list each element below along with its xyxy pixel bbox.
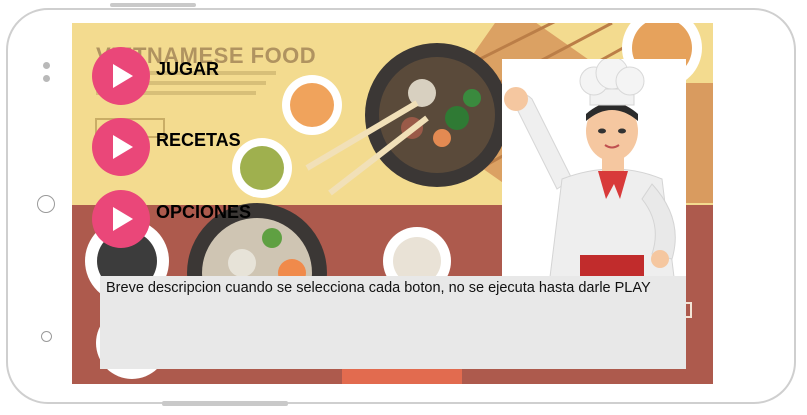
camera-dot [43, 75, 50, 82]
power-button [162, 401, 288, 406]
jugar-button[interactable]: JUGAR [92, 47, 219, 105]
volume-button [110, 3, 196, 7]
chef-panel [502, 59, 686, 277]
menu-hardware-button[interactable] [41, 331, 52, 342]
play-icon[interactable] [92, 118, 150, 176]
jugar-label[interactable]: JUGAR [156, 59, 219, 80]
opciones-button[interactable]: OPCIONES [92, 190, 251, 248]
play-icon[interactable] [92, 190, 150, 248]
recetas-button[interactable]: RECETAS [92, 118, 241, 176]
opciones-label[interactable]: OPCIONES [156, 202, 251, 223]
speaker-dot [43, 62, 50, 69]
chef-illustration [504, 59, 676, 277]
description-box: Breve descripcion cuando se selecciona c… [100, 276, 686, 369]
home-button[interactable] [37, 195, 55, 213]
recetas-label[interactable]: RECETAS [156, 130, 241, 151]
app-screen: VIETNAMESE FOOD JUGAR RECETAS OPCIONES B… [72, 23, 713, 384]
play-icon[interactable] [92, 47, 150, 105]
